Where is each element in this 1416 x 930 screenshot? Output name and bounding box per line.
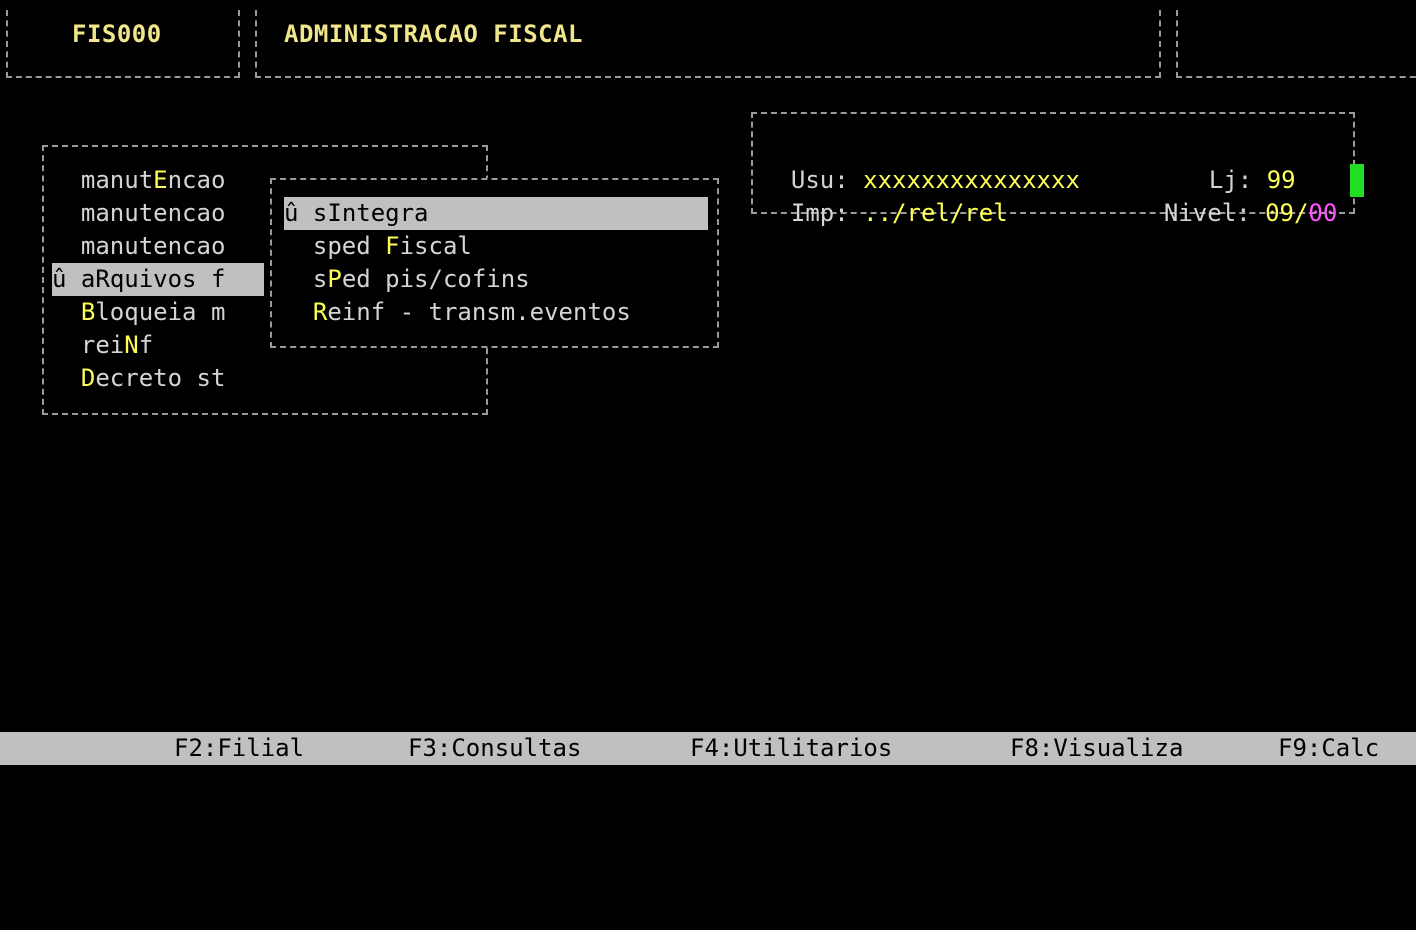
submenu-item[interactable]: Reinf - transm.eventos <box>284 296 708 329</box>
item-label: a <box>80 265 96 293</box>
fkey-utilitarios[interactable]: F4:Utilitarios <box>690 732 892 765</box>
fkey-visualiza[interactable]: F8:Visualiza <box>1010 732 1183 765</box>
item-label-rest: f <box>138 331 154 359</box>
program-title: ADMINISTRACAO FISCAL <box>284 20 583 48</box>
right-header-box <box>1176 10 1416 78</box>
program-code: FIS000 <box>72 20 162 48</box>
selection-marker <box>52 232 81 260</box>
item-label-rest: quivos f <box>109 265 226 293</box>
function-key-bar: F2:Filial F3:Consultas F4:Utilitarios F8… <box>0 732 1416 765</box>
main-menu-item[interactable]: reiNf <box>52 329 264 362</box>
fkey-calc[interactable]: F9:Calc <box>1278 732 1379 765</box>
hotkey-letter: N <box>124 331 139 359</box>
selection-marker <box>284 265 313 293</box>
hotkey-letter: P <box>327 265 342 293</box>
main-menu-item[interactable]: manutencao <box>52 230 264 263</box>
item-label: manutencao <box>80 199 226 227</box>
selection-marker: û <box>52 265 81 293</box>
selection-marker <box>52 166 81 194</box>
hotkey-letter: R <box>312 298 328 326</box>
hotkey-letter: F <box>385 232 400 260</box>
hotkey-letter: I <box>327 199 342 227</box>
selection-marker <box>284 298 313 326</box>
hotkey-letter: R <box>95 265 110 293</box>
item-label-rest: ntegra <box>341 199 429 227</box>
item-label: manut <box>80 166 154 194</box>
item-label-rest: einf - transm.eventos <box>327 298 631 326</box>
selection-marker <box>52 199 81 227</box>
fkey-filial[interactable]: F2:Filial <box>174 732 304 765</box>
nivel-value-a: 09/ <box>1265 199 1309 227</box>
nivel-value-b: 00 <box>1308 199 1338 227</box>
imp-value: ../rel/rel <box>863 199 1008 227</box>
main-menu-item[interactable]: Decreto st <box>52 362 264 395</box>
selection-marker <box>284 232 313 260</box>
submenu-item[interactable]: sped Fiscal <box>284 230 708 263</box>
item-label: manutencao <box>80 232 226 260</box>
item-label-rest: ed pis/cofins <box>341 265 530 293</box>
imp-label: Imp: <box>790 199 849 227</box>
main-menu-item[interactable]: manutencao <box>52 197 264 230</box>
text-cursor <box>1350 164 1364 197</box>
item-label-rest: loqueia m <box>95 298 226 326</box>
item-label-rest: ncao <box>167 166 226 194</box>
item-label: sped <box>312 232 386 260</box>
hotkey-letter: B <box>80 298 96 326</box>
item-label-rest: ecreto st <box>95 364 226 392</box>
item-label: rei <box>80 331 125 359</box>
selection-marker: û <box>284 199 313 227</box>
submenu-item[interactable]: sPed pis/cofins <box>284 263 708 296</box>
selection-marker <box>52 364 81 392</box>
item-label: s <box>312 265 328 293</box>
nivel-label: Nivel: <box>1163 199 1251 227</box>
nivel-row: Nivel: 09/00 <box>1135 164 1337 227</box>
user-row: Usu: xxxxxxxxxxxxxxx <box>762 131 1080 194</box>
item-label-rest: iscal <box>399 232 472 260</box>
submenu-item[interactable]: û sIntegra <box>284 197 708 230</box>
hotkey-letter: E <box>153 166 168 194</box>
fkey-consultas[interactable]: F3:Consultas <box>408 732 581 765</box>
main-menu-item[interactable]: û aRquivos f <box>52 263 264 296</box>
item-label: s <box>312 199 328 227</box>
lj-row: Lj: 99 <box>1180 131 1296 194</box>
main-menu-item[interactable]: Bloqueia m <box>52 296 264 329</box>
main-menu-item[interactable]: manutEncao <box>52 164 264 197</box>
imp-row: Imp: ../rel/rel <box>762 164 1008 227</box>
selection-marker <box>52 331 81 359</box>
hotkey-letter: D <box>80 364 96 392</box>
selection-marker <box>52 298 81 326</box>
